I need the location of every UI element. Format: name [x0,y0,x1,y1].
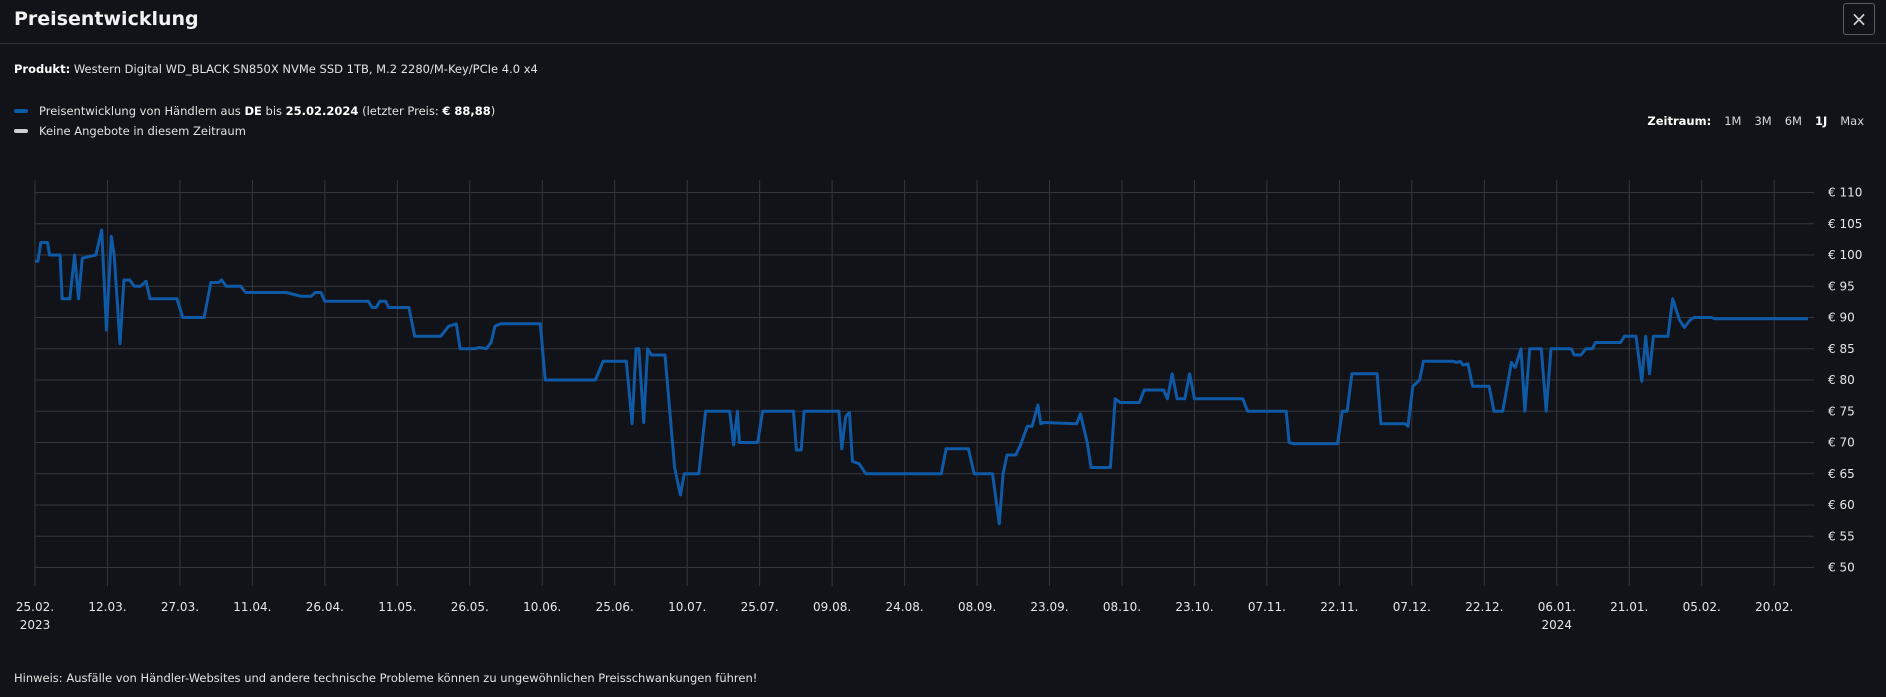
product-line: Produkt: Western Digital WD_BLACK SN850X… [14,62,538,76]
legend-item-price: Preisentwicklung von Händlern aus DE bis… [14,101,495,121]
y-tick-label: € 95 [1828,279,1855,293]
x-tick-label: 27.03. [161,600,199,614]
x-tick-label: 11.04. [233,600,271,614]
x-tick-label: 08.09. [958,600,996,614]
x-tick-label: 08.10. [1103,600,1141,614]
range-3m-button[interactable]: 3M [1754,114,1771,128]
legend-text: Preisentwicklung von Händlern aus DE bis… [39,104,496,118]
x-tick-label: 26.05. [451,600,489,614]
x-tick-label: 07.12. [1393,600,1431,614]
x-tick-label: 21.01. [1610,600,1648,614]
y-tick-label: € 75 [1828,404,1855,418]
x-tick-label: 22.11. [1320,600,1358,614]
price-chart: € 110 € 105 € 100 € 95 € 90 € 85 € 80 € 75 € 70 €… [16,180,1862,632]
chart-legend: Preisentwicklung von Händlern aus DE bis… [14,101,495,141]
y-tick-label: € 50 [1828,561,1855,575]
price-series-line [35,228,1808,526]
range-selector: Zeitraum: 1M 3M 6M 1J Max [1647,114,1864,128]
range-max-button[interactable]: Max [1840,114,1864,128]
legend-item-no-offers: Keine Angebote in diesem Zeitraum [14,121,495,141]
y-tick-label: € 80 [1828,373,1855,387]
x-tick-label: 10.06. [523,600,561,614]
footer-note: Hinweis: Ausfälle von Händler-Websites u… [14,671,758,685]
legend-swatch-grey [14,129,28,133]
x-tick-label: 22.12. [1465,600,1503,614]
y-tick-label: € 65 [1828,467,1855,481]
y-tick-label: € 110 [1828,186,1862,200]
range-1m-button[interactable]: 1M [1724,114,1741,128]
y-tick-label: € 105 [1828,217,1862,231]
y-tick-label: € 70 [1828,436,1855,450]
y-tick-label: € 60 [1828,498,1855,512]
x-tick-label: 06.01. [1538,600,1576,614]
x-tick-label: 12.03. [88,600,126,614]
y-tick-label: € 100 [1828,248,1862,262]
product-name: Western Digital WD_BLACK SN850X NVMe SSD… [73,62,538,76]
y-tick-label: € 55 [1828,529,1855,543]
x-tick-label: 07.11. [1248,600,1286,614]
y-tick-label: € 85 [1828,342,1855,356]
x-tick-label: 24.08. [886,600,924,614]
x-tick-label: 05.02. [1683,600,1721,614]
legend-no-offers-text: Keine Angebote in diesem Zeitraum [39,124,246,138]
x-tick-label: 25.02. [16,600,54,614]
range-1j-button[interactable]: 1J [1815,114,1827,128]
x-tick-label: 11.05. [378,600,416,614]
dialog-title: Preisentwicklung [14,8,199,30]
x-tick-label: 20.02. [1755,600,1793,614]
x-tick-label: 25.07. [741,600,779,614]
x-tick-label: 10.07. [668,600,706,614]
close-button[interactable]: × [1843,3,1875,35]
legend-swatch-blue [14,109,28,113]
close-icon: × [1850,7,1868,31]
range-label: Zeitraum: [1647,114,1712,128]
x-tick-year-label: 2023 [20,618,51,632]
y-tick-label: € 90 [1828,311,1855,325]
dialog-header: Preisentwicklung × [0,0,1886,44]
range-6m-button[interactable]: 6M [1785,114,1802,128]
x-tick-label: 25.06. [596,600,634,614]
x-tick-label: 23.09. [1030,600,1068,614]
x-tick-year-label: 2024 [1542,618,1573,632]
product-label: Produkt: [14,62,71,76]
x-tick-label: 23.10. [1175,600,1213,614]
x-tick-label: 09.08. [813,600,851,614]
x-tick-label: 26.04. [306,600,344,614]
